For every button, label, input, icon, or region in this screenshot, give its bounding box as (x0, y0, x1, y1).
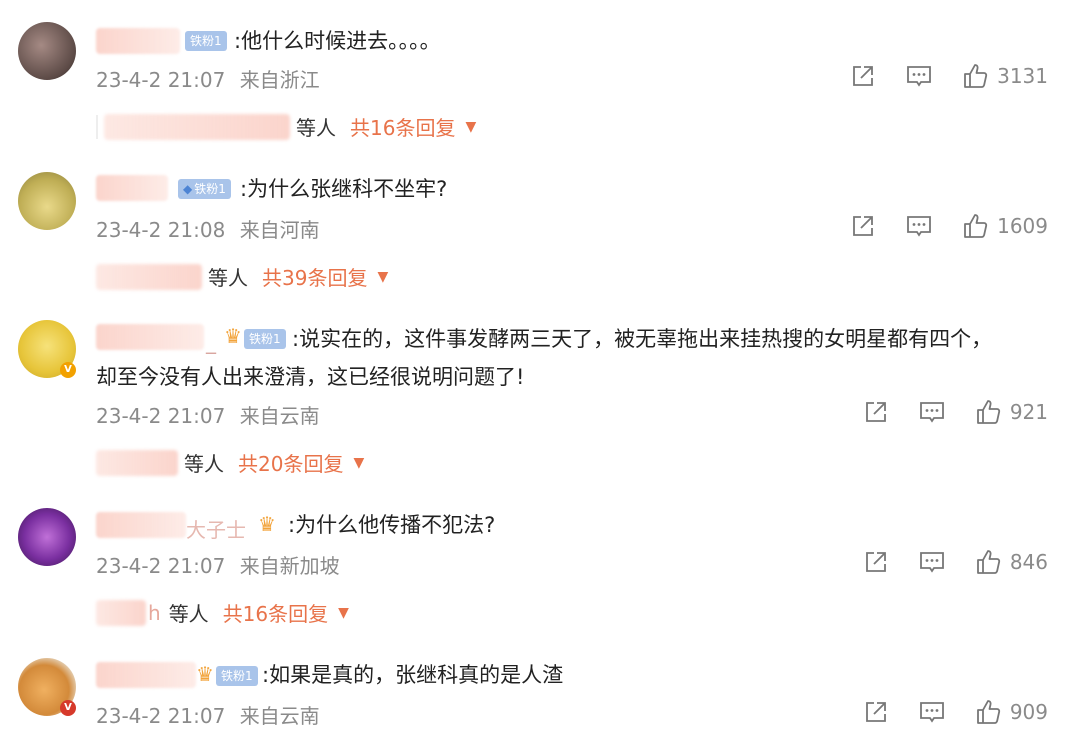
share-icon[interactable] (862, 698, 890, 726)
comment-text: :如果是真的，张继科真的是人渣 (262, 663, 564, 687)
chevron-down-icon[interactable]: ▼ (353, 455, 364, 471)
reply-name-tail: h (148, 600, 161, 625)
reply-suffix: 等人 (296, 116, 336, 140)
crown-icon: ♛ (196, 662, 214, 686)
share-icon[interactable] (862, 548, 890, 576)
comment-text: :为什么他传播不犯法? (288, 513, 496, 537)
comment-location: 来自云南 (239, 404, 320, 428)
username-blurred[interactable] (96, 662, 196, 688)
reply-total[interactable]: 共39条回复 (262, 262, 367, 291)
comment-location: 来自河南 (239, 218, 320, 242)
comment-time: 23-4-2 21:07 (96, 68, 226, 92)
fan-badge: ◆ 铁粉1 (178, 179, 231, 199)
reply-total[interactable]: 共16条回复 (350, 112, 455, 141)
username-blurred[interactable] (96, 175, 168, 201)
fan-badge: 铁粉1 (244, 329, 286, 349)
like-count: 921 (1009, 400, 1048, 424)
reply-summary[interactable]: h 等人 共16条回复 ▼ (96, 598, 349, 627)
comment-actions: 846 (862, 548, 1048, 576)
comment-icon[interactable] (918, 548, 946, 576)
verified-icon: V (60, 362, 76, 378)
share-icon[interactable] (849, 212, 877, 240)
username-blurred[interactable] (96, 28, 180, 54)
crown-icon: ♛ (224, 324, 242, 348)
like-count: 1609 (997, 214, 1048, 238)
like-count: 909 (1009, 700, 1048, 724)
reply-summary[interactable]: 等人 共20条回复 ▼ (96, 448, 364, 477)
fan-badge: 铁粉1 (216, 666, 258, 686)
username-blurred[interactable] (96, 512, 186, 538)
reply-total[interactable]: 共16条回复 (223, 598, 328, 627)
username-tail: _ (206, 330, 216, 354)
reply-names-blurred (104, 113, 290, 140)
comment-time: 23-4-2 21:08 (96, 218, 226, 242)
comment-meta: 23-4-2 21:07 来自浙江 (96, 64, 320, 93)
comment-time: 23-4-2 21:07 (96, 404, 226, 428)
comment-actions: 909 (862, 698, 1048, 726)
comment-location: 来自浙江 (239, 68, 320, 92)
share-icon[interactable] (849, 62, 877, 90)
comment-location: 来自新加坡 (239, 554, 340, 578)
comment-actions: 921 (862, 398, 1048, 426)
comment-text-line1: :说实在的，这件事发酵两三天了，被无辜拖出来挂热搜的女明星都有四个， (292, 327, 993, 351)
like-count: 3131 (997, 64, 1048, 88)
chevron-down-icon[interactable]: ▼ (377, 269, 388, 285)
reply-divider (96, 114, 98, 139)
comment-meta: 23-4-2 21:08 来自河南 (96, 214, 320, 243)
avatar[interactable] (18, 172, 76, 230)
comment-icon[interactable] (905, 212, 933, 240)
reply-names-blurred (96, 449, 178, 476)
crown-icon: ♛ (258, 512, 276, 536)
comment-text: :为什么张继科不坐牢? (240, 177, 448, 201)
comment-icon[interactable] (918, 398, 946, 426)
comment-location: 来自云南 (239, 704, 320, 728)
chevron-down-icon[interactable]: ▼ (465, 119, 476, 135)
comment-meta: 23-4-2 21:07 来自新加坡 (96, 550, 340, 579)
comment-text: :他什么时候进去。。。。 (234, 29, 441, 53)
reply-summary[interactable]: 等人 共39条回复 ▼ (96, 262, 388, 291)
like-icon[interactable] (961, 62, 989, 90)
fan-badge: 铁粉1 (185, 31, 227, 51)
comment-time: 23-4-2 21:07 (96, 554, 226, 578)
like-icon[interactable] (961, 212, 989, 240)
comment-text-line2: 却至今没有人出来澄清，这已经很说明问题了! (96, 365, 525, 389)
like-icon[interactable] (974, 698, 1002, 726)
like-icon[interactable] (974, 548, 1002, 576)
comment-time: 23-4-2 21:07 (96, 704, 226, 728)
username-tail: 大子士 (186, 518, 246, 542)
reply-names-blurred (96, 599, 146, 626)
reply-total[interactable]: 共20条回复 (238, 448, 343, 477)
chevron-down-icon[interactable]: ▼ (338, 605, 349, 621)
diamond-icon: ◆ (183, 182, 193, 196)
comment-actions: 3131 (849, 62, 1048, 90)
reply-summary[interactable]: 等人 共16条回复 ▼ (96, 112, 476, 141)
reply-suffix: 等人 (184, 452, 224, 476)
like-count: 846 (1009, 550, 1048, 574)
share-icon[interactable] (862, 398, 890, 426)
avatar[interactable] (18, 508, 76, 566)
comment-icon[interactable] (918, 698, 946, 726)
comment-icon[interactable] (905, 62, 933, 90)
reply-suffix: 等人 (208, 266, 248, 290)
verified-icon: V (60, 700, 76, 716)
comment-meta: 23-4-2 21:07 来自云南 (96, 400, 320, 429)
comment-actions: 1609 (849, 212, 1048, 240)
comment-meta: 23-4-2 21:07 来自云南 (96, 700, 320, 729)
like-icon[interactable] (974, 398, 1002, 426)
avatar[interactable] (18, 22, 76, 80)
username-blurred[interactable] (96, 324, 204, 350)
reply-names-blurred (96, 263, 202, 290)
reply-suffix: 等人 (168, 602, 209, 626)
